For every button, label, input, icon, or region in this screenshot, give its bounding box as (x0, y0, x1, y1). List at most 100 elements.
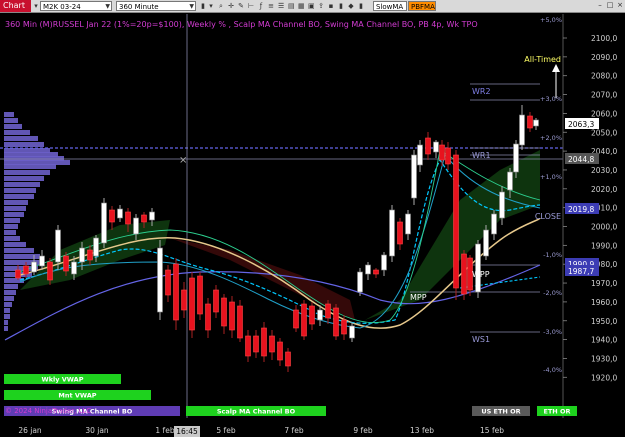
tpo-bar (4, 236, 20, 241)
bear-candle (277, 341, 283, 361)
tpo-bar (4, 176, 44, 181)
y-tick-label: 1970,0 (591, 279, 617, 288)
y-tick-label: 2100,0 (591, 34, 617, 43)
bear-candle (205, 303, 211, 331)
percent-label: -3,0% (543, 328, 562, 336)
tpo-bar (4, 170, 50, 175)
chart-button-label: Scalp MA Channel BO (217, 408, 296, 416)
percent-label: +1,0% (540, 173, 562, 181)
bull-candle (349, 325, 355, 339)
tpo-bar (4, 118, 18, 123)
crosshair-marker: ⨯ (179, 155, 187, 166)
y-tick-label: 2060,0 (591, 109, 617, 118)
tpo-profile (4, 112, 70, 331)
bull-candle (499, 191, 505, 219)
bull-candle (513, 143, 519, 173)
chart-button-label: Mnt VWAP (58, 392, 96, 400)
tpo-bar (4, 182, 40, 187)
percent-label: +3,0% (540, 95, 562, 103)
tpo-bar (4, 242, 26, 247)
bear-candle (341, 319, 347, 335)
level-label: MPP (410, 293, 427, 302)
bear-candle (213, 289, 219, 313)
y-tick-label: 1940,0 (591, 336, 617, 345)
x-tick-label: 7 feb (284, 426, 303, 435)
bear-candle (269, 335, 275, 353)
bear-candle (237, 305, 243, 339)
bull-candle (101, 202, 107, 244)
bull-candle (39, 255, 45, 267)
bear-candle (87, 249, 93, 261)
crosshair-time-label: 16:45 (176, 427, 198, 436)
bear-candle (141, 214, 147, 223)
bear-candle (23, 265, 29, 275)
bear-candle (245, 335, 251, 357)
bull-candle (93, 237, 99, 257)
tpo-bar (4, 254, 40, 259)
bear-candle (189, 277, 195, 331)
bull-candle (357, 271, 363, 293)
tpo-bar (4, 320, 8, 325)
percent-label: +2,0% (540, 134, 562, 142)
chart-window: Chart ▾ M2K 03-24 ▼ 360 Minute ▼ ▮ ▾ ⌕ ✛ ✎… (0, 0, 625, 437)
bear-candle (125, 211, 131, 225)
x-tick-label: 26 jan (18, 426, 42, 435)
bear-candle (293, 309, 299, 329)
y-tick-label: 2050,0 (591, 128, 617, 137)
y-tick-label: 2080,0 (591, 72, 617, 81)
bull-candle (519, 114, 525, 146)
level-label: CLOSE (535, 212, 561, 221)
bull-candle (507, 171, 513, 191)
bear-candle (15, 269, 21, 279)
y-tick-label: 2070,0 (591, 91, 617, 100)
bull-candle (533, 119, 539, 127)
bull-candle (405, 213, 411, 235)
x-tick-label: 1 feb (155, 426, 174, 435)
x-tick-label: 15 feb (480, 426, 504, 435)
percent-label: -1,0% (543, 251, 562, 259)
bull-candle (417, 144, 423, 166)
percent-label: +5,0% (540, 16, 562, 24)
price-chart[interactable]: 2100,02090,02080,02070,02060,02050,02040… (0, 0, 625, 437)
bear-candle (229, 301, 235, 331)
bull-candle (381, 254, 387, 271)
level-label: WPP (472, 270, 490, 279)
tpo-bar (4, 224, 18, 229)
bear-candle (397, 221, 403, 245)
y-tick-label: 1990,0 (591, 241, 617, 250)
bear-candle (63, 255, 69, 272)
chart-button-label: ETH OR (543, 408, 570, 416)
bear-candle (173, 263, 179, 321)
tpo-bar (4, 164, 56, 169)
bear-candle (461, 253, 467, 295)
bull-candle (157, 247, 163, 313)
bull-candle (79, 247, 85, 263)
bear-candle (285, 351, 291, 367)
bear-candle (325, 303, 331, 319)
tpo-bar (4, 308, 10, 313)
up-arrow-icon (552, 64, 560, 72)
bear-candle (165, 269, 171, 296)
bear-candle (261, 327, 267, 357)
tpo-bar (4, 278, 24, 283)
tpo-bar (4, 142, 44, 147)
tpo-bar (4, 248, 34, 253)
y-tick-label: 2000,0 (591, 223, 617, 232)
chart-header: 360 Min (M)RUSSEL Jan 22 (1%=20p=$100), … (5, 20, 478, 29)
level-label: WS1 (472, 335, 490, 344)
tpo-bar (4, 130, 30, 135)
tpo-bar (4, 124, 22, 129)
y-tick-label: 2020,0 (591, 185, 617, 194)
bear-candle (47, 261, 53, 281)
price-tag-label: 1987,7 (568, 267, 594, 276)
tpo-bar (4, 326, 8, 331)
x-tick-label: 9 feb (353, 426, 372, 435)
bear-candle (253, 335, 259, 353)
tpo-bar (4, 230, 16, 235)
bull-candle (31, 261, 37, 273)
tpo-bar (4, 218, 20, 223)
bull-candle (433, 141, 439, 153)
y-tick-label: 1930,0 (591, 354, 617, 363)
level-label: All-Timed (524, 55, 561, 64)
bear-candle (309, 305, 315, 325)
